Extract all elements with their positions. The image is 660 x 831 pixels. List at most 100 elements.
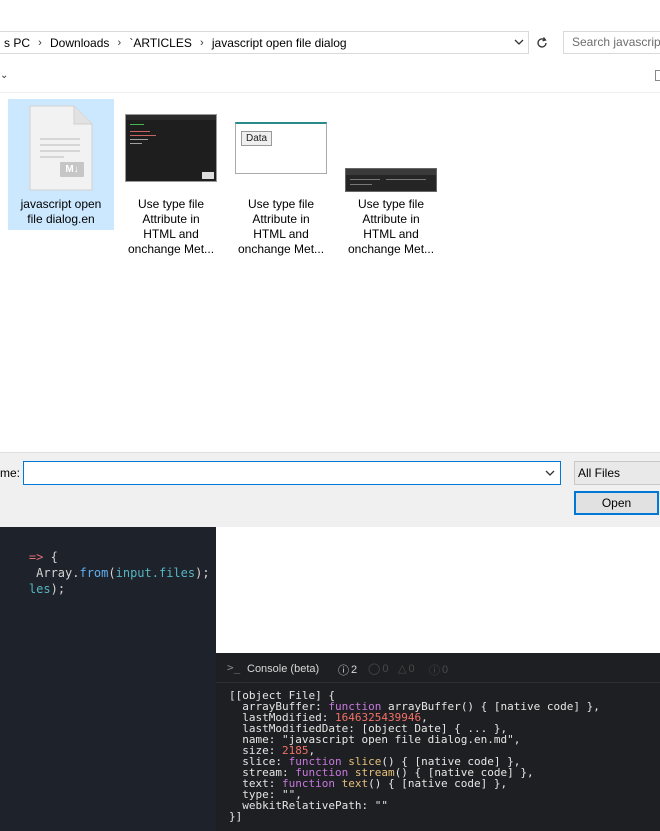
view-options-icon[interactable] xyxy=(655,70,660,81)
error-count-value: 2 xyxy=(351,664,358,676)
thumb-inset xyxy=(202,172,214,179)
file-name-line: onchange Met... xyxy=(237,242,325,256)
chevron-down-icon[interactable] xyxy=(512,35,526,49)
thumb-container xyxy=(118,99,224,197)
breadcrumb-articles[interactable]: `ARTICLES xyxy=(125,36,195,50)
thumb-line xyxy=(350,184,372,185)
file-name-line: javascript open xyxy=(20,197,102,211)
console-line: }] xyxy=(229,810,243,823)
thumb-line xyxy=(130,143,142,144)
breadcrumb-this-pc[interactable]: s PC xyxy=(0,36,34,50)
code-token: ); xyxy=(50,582,66,596)
thumb-topbar xyxy=(126,115,216,120)
error-count[interactable]: ⓘ 2 xyxy=(338,662,357,678)
warning-circle-icon: ◯ xyxy=(368,663,381,675)
console-line: webkitRelativePath: "" xyxy=(229,799,388,812)
thumb-line xyxy=(130,131,150,132)
info-count-value: 0 xyxy=(442,664,449,676)
markdown-file-icon: M↓ xyxy=(28,104,94,192)
code-line: les); xyxy=(0,568,65,610)
image-thumbnail: Data xyxy=(235,122,327,174)
file-name-line: file dialog.en xyxy=(27,212,95,226)
console-token: text xyxy=(334,777,369,790)
open-file-dialog: s PC › Downloads › `ARTICLES › javascrip… xyxy=(0,0,660,527)
console-output: [[object File] { arrayBuffer: function a… xyxy=(229,690,600,822)
search-input[interactable]: Search javascript xyxy=(563,31,660,54)
code-token: ( xyxy=(108,566,116,580)
breadcrumb: s PC › Downloads › `ARTICLES › javascrip… xyxy=(0,32,351,53)
file-name-line: HTML and xyxy=(253,227,309,241)
console-header: >_ Console (beta) ⓘ 2 ◯ 0 △ 0 ⓘ 0 xyxy=(216,653,660,683)
alert-count-value: 0 xyxy=(408,662,415,675)
code-token: from xyxy=(79,566,109,580)
file-name: javascript open file dialog.en xyxy=(8,197,114,227)
file-item-image-3[interactable]: Use type file Attribute in HTML and onch… xyxy=(338,99,444,256)
open-button[interactable]: Open xyxy=(574,491,659,515)
file-name: Use type file Attribute in HTML and onch… xyxy=(228,197,334,257)
alert-triangle-icon: △ xyxy=(398,663,407,675)
image-thumbnail xyxy=(125,114,217,182)
file-name-line: Use type file xyxy=(357,197,425,211)
console-token: , xyxy=(513,733,521,746)
thumb-line xyxy=(130,139,148,140)
refresh-button[interactable] xyxy=(531,31,553,54)
code-editor[interactable]: => { Array.from(input.files); les); xyxy=(0,527,216,831)
breadcrumb-separator-icon[interactable]: › xyxy=(113,37,125,49)
thumb-container: M↓ xyxy=(8,99,114,197)
breadcrumb-separator-icon[interactable]: › xyxy=(196,37,208,49)
output-preview xyxy=(216,527,660,653)
thumb-line xyxy=(130,135,156,136)
tab-console[interactable]: Console (beta) xyxy=(247,663,319,675)
file-name-line: onchange Met... xyxy=(347,242,435,256)
info-count[interactable]: ⓘ 0 xyxy=(429,662,448,678)
file-name: Use type file Attribute in HTML and onch… xyxy=(338,197,444,257)
file-name-line: Attribute in xyxy=(142,212,200,226)
filename-input[interactable] xyxy=(23,461,561,485)
console-token: () { [native code] }, xyxy=(368,777,508,790)
console-panel: >_ Console (beta) ⓘ 2 ◯ 0 △ 0 ⓘ 0 [[obje… xyxy=(216,653,660,831)
dialog-footer: me: All Files Open xyxy=(0,452,660,527)
file-type-select[interactable]: All Files xyxy=(574,461,660,485)
file-name-line: Attribute in xyxy=(362,212,420,226)
breadcrumb-downloads[interactable]: Downloads xyxy=(46,36,113,50)
image-thumbnail xyxy=(345,168,437,192)
code-token: ); xyxy=(195,566,210,580)
file-name-line: onchange Met... xyxy=(127,242,215,256)
console-token: "javascript open file dialog.en.md" xyxy=(281,733,514,746)
file-item-image-2[interactable]: Data Use type file Attribute in HTML and… xyxy=(228,99,334,256)
thumb-container: Data xyxy=(228,99,334,197)
address-bar[interactable]: s PC › Downloads › `ARTICLES › javascrip… xyxy=(0,31,529,54)
file-item-markdown[interactable]: M↓ javascript open file dialog.en xyxy=(8,99,114,230)
thumb-line xyxy=(130,124,144,125)
code-token: les xyxy=(28,582,51,596)
console-token: () { [native code] }, xyxy=(460,700,600,713)
thumb-line xyxy=(386,179,426,180)
thumb-line xyxy=(350,179,380,180)
breadcrumb-separator-icon[interactable]: › xyxy=(34,37,46,49)
file-name: Use type file Attribute in HTML and onch… xyxy=(118,197,224,257)
thumb-container xyxy=(338,99,444,197)
file-name-line: HTML and xyxy=(143,227,199,241)
organize-chevron-icon[interactable]: ⌄ xyxy=(0,70,8,81)
thumb-band xyxy=(346,169,436,175)
error-icon: ⓘ xyxy=(338,665,349,677)
breadcrumb-current-folder[interactable]: javascript open file dialog xyxy=(208,36,351,50)
console-prompt-icon: >_ xyxy=(227,661,241,674)
alert-count[interactable]: △ 0 xyxy=(398,662,415,676)
warning-count-value: 0 xyxy=(382,662,389,675)
file-list[interactable]: M↓ javascript open file dialog.en Use ty… xyxy=(0,92,660,452)
file-name-line: HTML and xyxy=(363,227,419,241)
file-name-line: Use type file xyxy=(137,197,205,211)
filename-label: me: xyxy=(0,466,21,480)
chevron-down-icon[interactable] xyxy=(543,466,557,480)
thumb-data-button: Data xyxy=(241,131,273,146)
file-name-line: Attribute in xyxy=(252,212,310,226)
file-item-image-1[interactable]: Use type file Attribute in HTML and onch… xyxy=(118,99,224,256)
markdown-badge: M↓ xyxy=(65,164,79,175)
file-name-line: Use type file xyxy=(247,197,315,211)
info-icon: ⓘ xyxy=(429,665,440,677)
refresh-icon xyxy=(537,36,547,48)
warning-count[interactable]: ◯ 0 xyxy=(368,662,389,676)
document-icon xyxy=(29,105,93,191)
code-token: input.files xyxy=(115,566,196,580)
